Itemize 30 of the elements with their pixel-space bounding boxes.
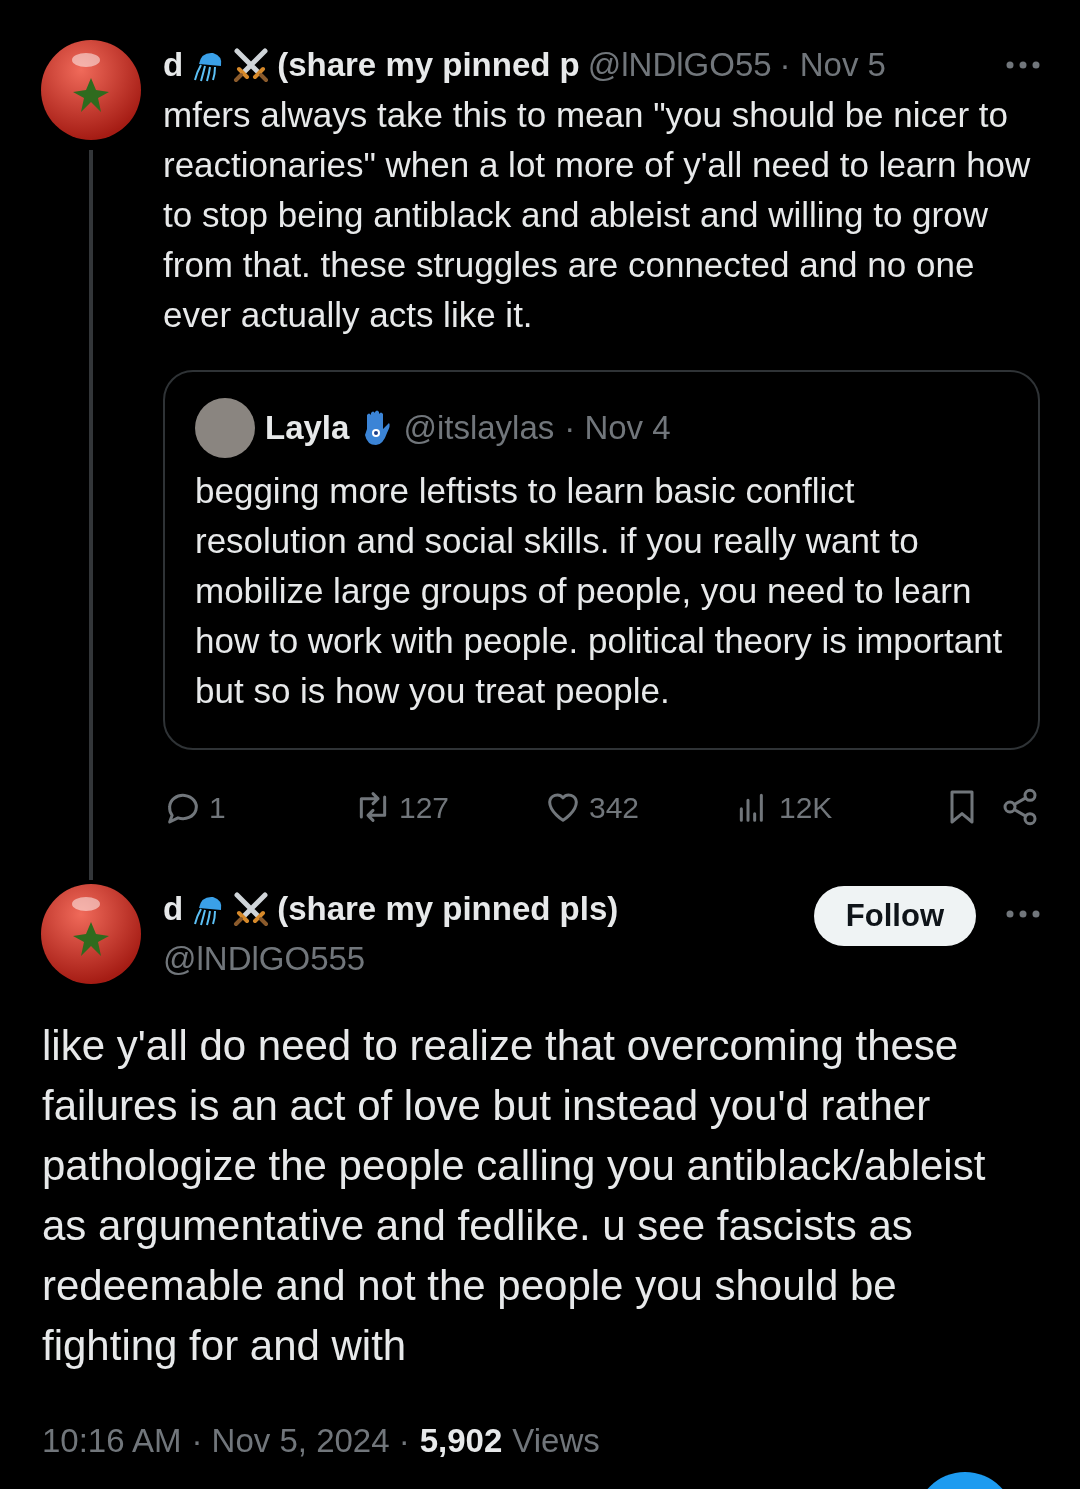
action-count: 342 [589, 789, 640, 826]
more-options-icon[interactable] [1006, 61, 1040, 69]
quoted-tweet-date: · Nov 4 [564, 408, 671, 448]
author-name-suffix[interactable]: (share my pinned pls) [277, 884, 619, 934]
crossed-swords-icon [233, 47, 270, 83]
more-options-icon[interactable] [1006, 910, 1040, 918]
author-name[interactable]: d [163, 884, 184, 934]
action-count: 127 [399, 789, 450, 826]
views-label: Views [512, 1421, 600, 1461]
tweet-date: · Nov 5, 2024 · [191, 1421, 410, 1461]
tweet-text: mfers always take this to mean "you should be nicer to reactionaries" when a lot more of y'all need to learn how to stop being antiblack and ableist and willing to grow from that. these struggles are connected and no one ever actually acts like it. [163, 94, 1032, 336]
follow-button[interactable]: Follow [813, 886, 976, 946]
quoted-author-handle: @itslaylas [403, 408, 555, 448]
tomato-avatar[interactable] [41, 884, 141, 984]
quoted-tweet-text: begging more leftists to learn basic conflict resolution and social skills. if you really want to mobilize large groups of people, you need to learn how to work with people. political theory is important but so is how you treat people. [195, 470, 1004, 712]
tomato-avatar[interactable] [41, 40, 141, 140]
crossed-swords-icon [233, 891, 270, 927]
avatar-photo-placeholder [195, 398, 255, 458]
author-handle: @lNDlGO55 [587, 45, 772, 85]
author-name[interactable]: d [163, 40, 184, 90]
tweet-date: · Nov 5 [779, 45, 886, 85]
author-handle: @lNDlGO555 [163, 939, 367, 979]
tweet-time: 10:16 AM [42, 1421, 182, 1461]
quoted-tweet-card[interactable] [163, 370, 1040, 750]
author-name-suffix[interactable]: (share my pinned p [277, 40, 580, 90]
tweet-text: like y'all do need to realize that overcoming these failures is an act of love but instead you'd rather pathologize the people calling you antiblack/ableist as argumentative and fedlike. u see fascists as redeemable and not the people you should be fighting for and with [41, 1021, 987, 1371]
action-count: 1 [209, 789, 226, 826]
action-count: 12K [779, 789, 833, 826]
quoted-author-name: Layla [265, 408, 350, 448]
views-count: 5,902 [419, 1421, 503, 1461]
